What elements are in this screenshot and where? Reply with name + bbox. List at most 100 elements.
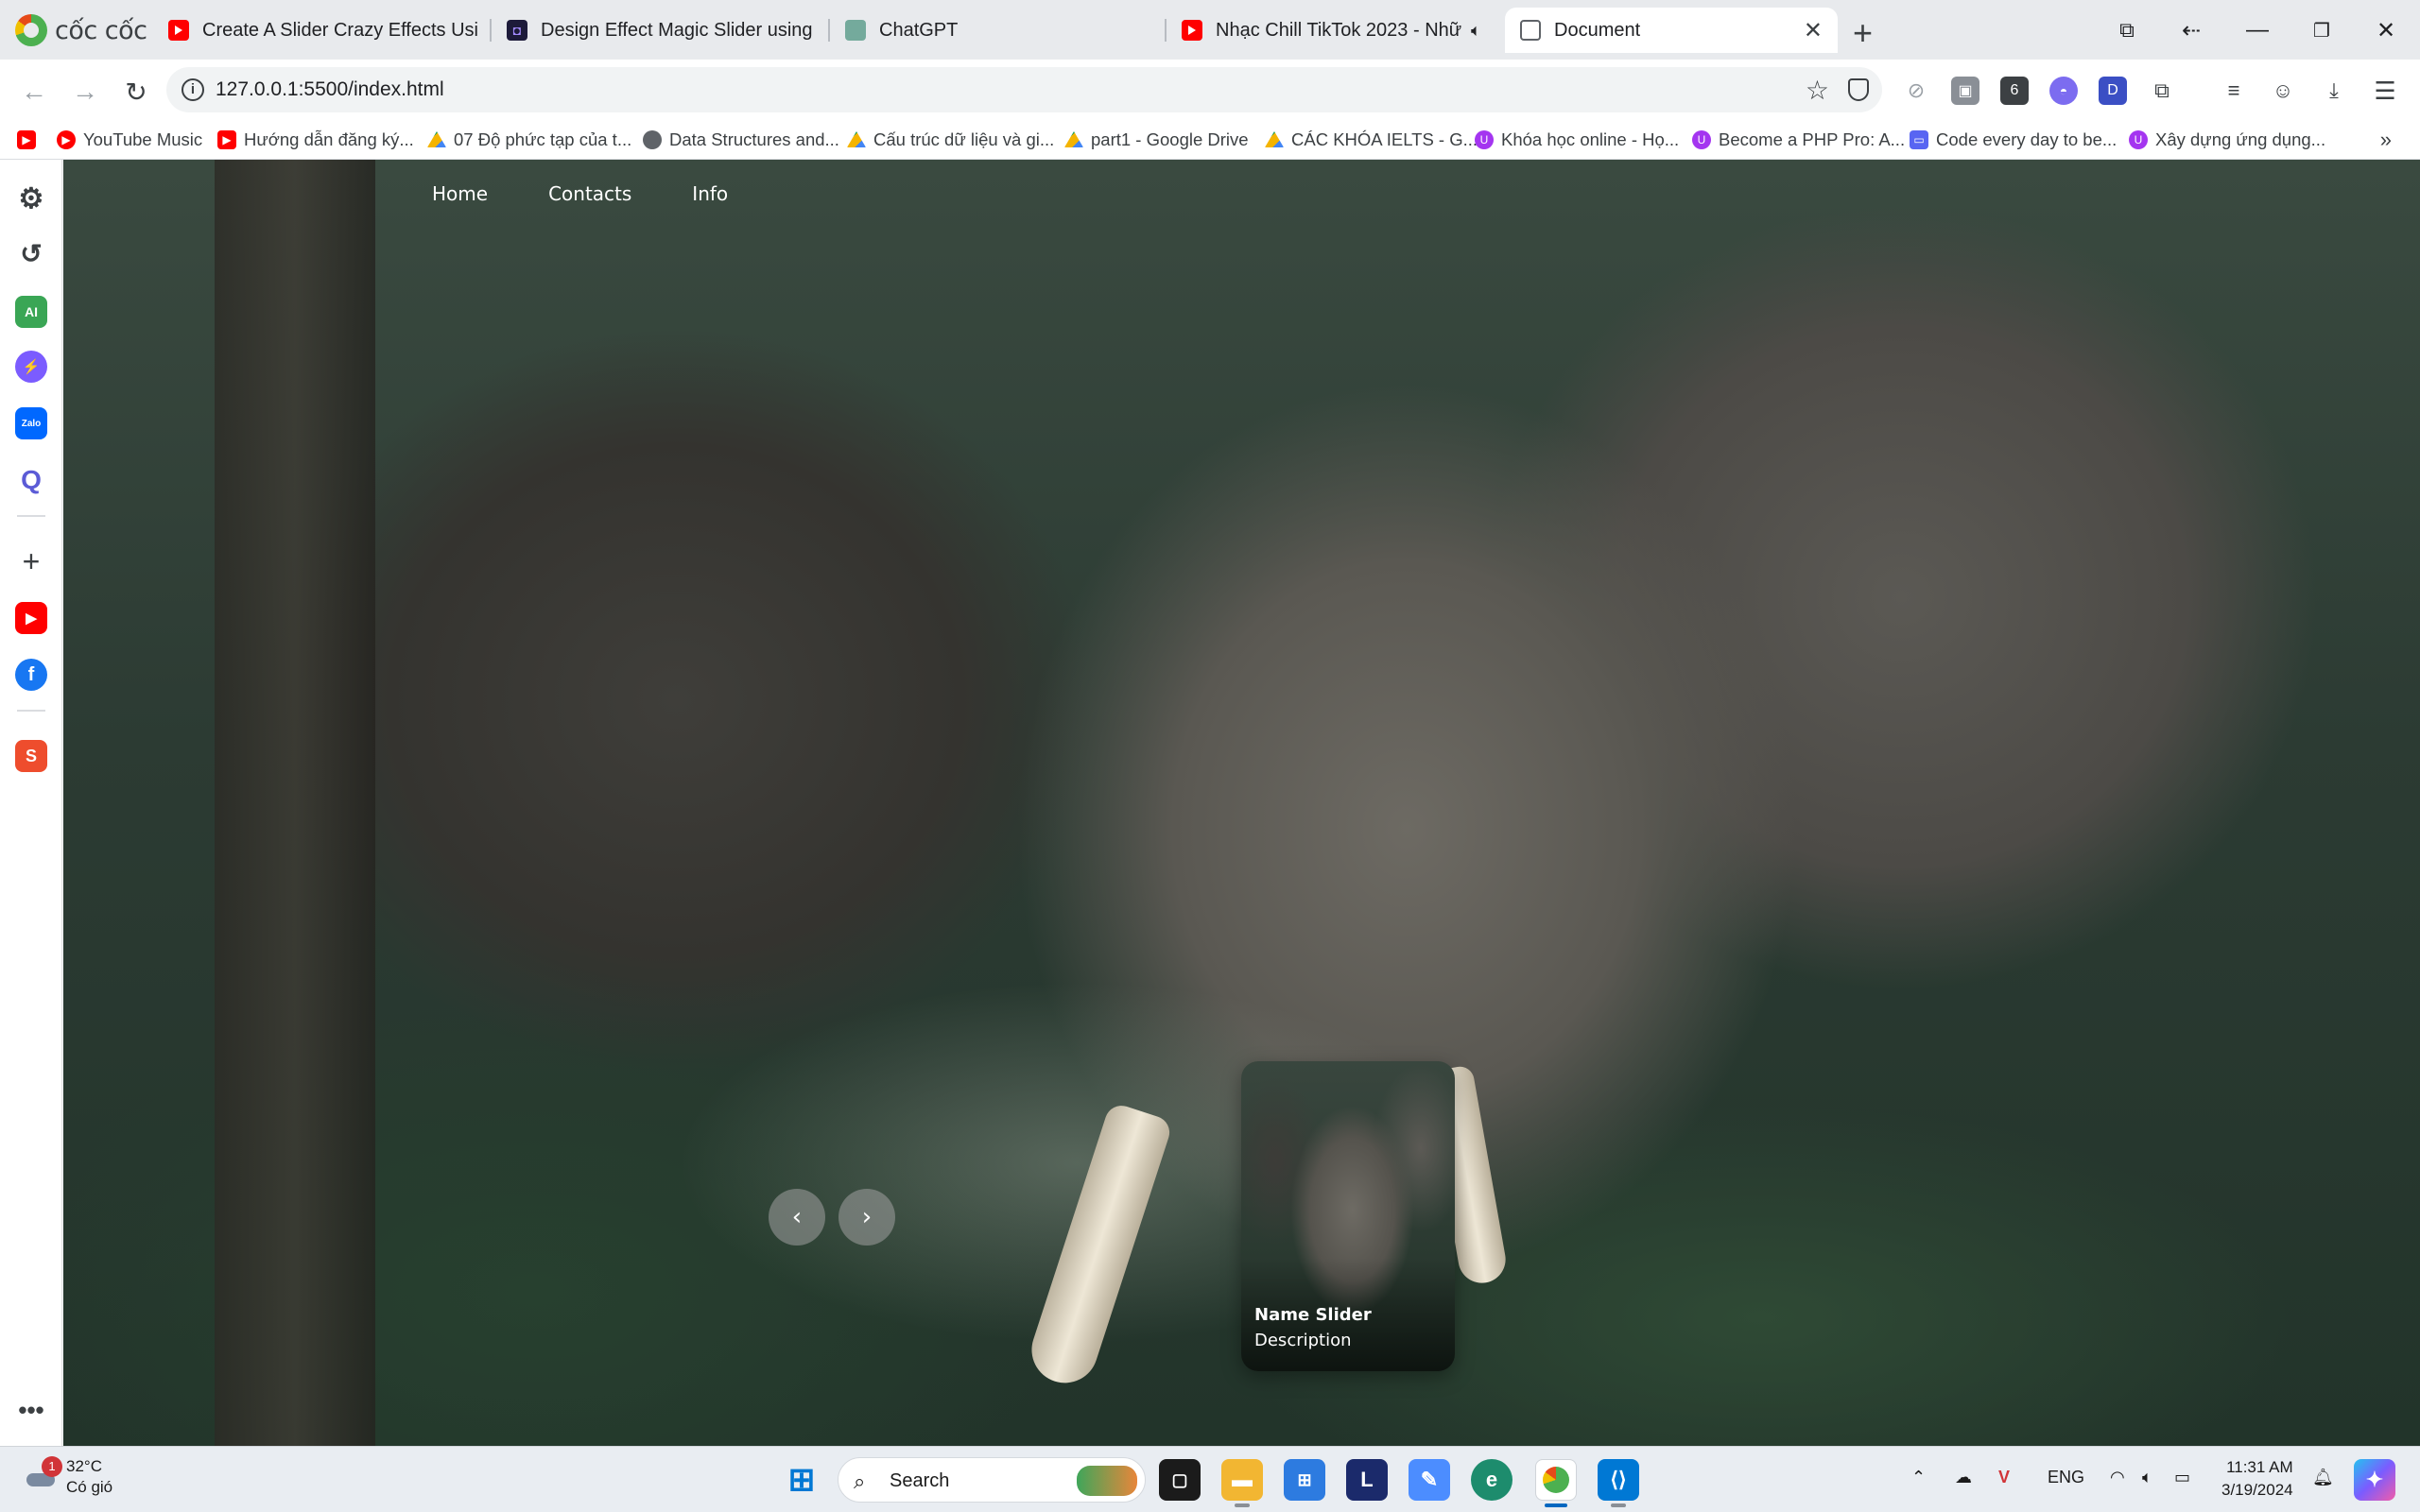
youtube-icon[interactable]: ▶ <box>15 602 47 634</box>
taskbar-search[interactable]: ⌕ Search <box>838 1457 1146 1503</box>
bookmark-do-phuc-tap[interactable]: 07 Độ phức tạp của t... <box>427 128 631 152</box>
thumbnail-description: Description <box>1254 1331 1352 1350</box>
add-icon[interactable]: + <box>15 544 47 578</box>
history-icon[interactable]: ↺ <box>15 237 47 269</box>
bookmark-cau-truc-du-lieu[interactable]: Cấu trúc dữ liệu và gi... <box>847 128 1054 152</box>
bookmark-huong-dan[interactable]: ▶ Hướng dẫn đăng ký... <box>217 128 414 152</box>
notification-badge: 1 <box>42 1456 62 1477</box>
extension-6-icon[interactable]: 6 <box>2000 77 2029 105</box>
bookmark-label: Cấu trúc dữ liệu và gi... <box>873 129 1055 149</box>
search-q-icon[interactable]: Q <box>15 464 47 496</box>
bookmark-khoa-hoc-online[interactable]: U Khóa học online - Họ... <box>1475 128 1679 152</box>
download-icon[interactable]: ⤓ <box>2320 77 2348 105</box>
vscode-icon[interactable]: ⟨⟩ <box>1598 1459 1639 1501</box>
youtube-icon: ▶ <box>217 130 236 149</box>
settings-gear-icon[interactable]: ⚙ <box>15 182 47 215</box>
background-tree <box>215 160 375 1446</box>
audio-playing-icon[interactable]: 🔈︎ <box>1471 21 1481 41</box>
volume-icon[interactable]: 🔈︎ <box>2142 1468 2152 1487</box>
brand-name: cốc cốc <box>55 15 147 45</box>
more-icon[interactable]: ••• <box>15 1394 47 1426</box>
edge-icon[interactable]: e <box>1471 1459 1512 1501</box>
reading-list-icon[interactable]: ≡ <box>2220 77 2248 105</box>
nav-contacts-link[interactable]: Contacts <box>548 182 631 205</box>
bookmark-part1[interactable]: part1 - Google Drive <box>1064 128 1249 152</box>
prev-slide-button[interactable]: ‹ <box>769 1189 825 1246</box>
site-info-icon[interactable]: i <box>182 78 204 101</box>
address-bar[interactable]: i 127.0.0.1:5500/index.html ☆ <box>166 67 1882 112</box>
zalo-icon[interactable]: Zalo <box>15 407 47 439</box>
l-app-icon[interactable]: L <box>1346 1459 1388 1501</box>
messenger-icon[interactable]: ⚡ <box>15 351 47 383</box>
bookmark-code-every-day[interactable]: ▭ Code every day to be... <box>1910 128 2117 152</box>
clock[interactable]: 11:31 AM 3/19/2024 <box>2221 1456 2293 1502</box>
more-bookmarks-icon[interactable]: » <box>2380 128 2392 152</box>
compass-extension-icon[interactable]: ⊘ <box>1902 77 1930 105</box>
minimize-icon[interactable]: — <box>2238 11 2276 49</box>
udemy-icon: U <box>1475 130 1494 149</box>
wifi-icon[interactable]: ◠ <box>2110 1468 2125 1487</box>
windows-start-icon[interactable]: ⊞ <box>781 1459 822 1501</box>
url-text[interactable]: 127.0.0.1:5500/index.html <box>216 78 444 101</box>
ai-assistant-icon[interactable]: AI <box>15 296 47 328</box>
back-button[interactable]: ← <box>15 73 53 111</box>
dictionary-extension-icon[interactable]: D <box>2099 77 2127 105</box>
onedrive-icon[interactable]: ☁ <box>1955 1468 1972 1487</box>
image-extension-icon[interactable]: ▣ <box>1951 77 1979 105</box>
facebook-icon[interactable]: f <box>15 659 47 691</box>
chatgpt-icon <box>845 20 866 41</box>
weather-temperature: 32°C <box>66 1457 102 1475</box>
task-view-icon[interactable]: ▢ <box>1159 1459 1201 1501</box>
udemy-icon: U <box>1692 130 1711 149</box>
close-tab-icon[interactable]: ✕ <box>1804 17 1823 44</box>
globe-icon <box>643 130 662 149</box>
bookmark-star-icon[interactable]: ☆ <box>1806 75 1829 106</box>
close-window-icon[interactable]: ✕ <box>2367 11 2405 49</box>
tab-slider-crazy-effects[interactable]: Create A Slider Crazy Effects Using <box>153 8 493 53</box>
next-slide-button[interactable]: › <box>838 1189 895 1246</box>
google-drive-icon <box>427 131 446 147</box>
forward-button[interactable]: → <box>66 73 104 111</box>
tab-document[interactable]: Document ✕ <box>1505 8 1838 53</box>
weather-condition: Có gió <box>66 1478 113 1496</box>
shopee-icon[interactable]: S <box>15 740 47 772</box>
browser-brand[interactable]: cốc cốc <box>15 13 147 47</box>
active-indicator <box>1545 1503 1567 1507</box>
slider-thumbnail[interactable]: Name Slider Description <box>1241 1061 1455 1371</box>
bookmark-xay-dung-ung-dung[interactable]: U Xây dựng ứng dụng... <box>2129 128 2325 152</box>
tab-chatgpt[interactable]: ChatGPT <box>830 8 1170 53</box>
coccoc-taskbar-icon[interactable] <box>1535 1459 1577 1501</box>
bookmark-youtube[interactable]: ▶ <box>17 128 36 152</box>
battery-icon[interactable]: ▭ <box>2174 1468 2190 1487</box>
restore-icon[interactable]: ❐ <box>2303 11 2341 49</box>
extensions-puzzle-icon[interactable]: ⧉ <box>2148 77 2176 105</box>
bookmark-ielts[interactable]: CÁC KHÓA IELTS - G... <box>1265 128 1478 152</box>
show-hidden-icons[interactable]: ⌃ <box>1911 1468 1926 1487</box>
screenshot-icon[interactable]: ⧉ <box>2108 11 2146 49</box>
tab-nhac-chill[interactable]: Nhạc Chill TikTok 2023 - Những 🔈︎ <box>1167 8 1499 53</box>
nav-home-link[interactable]: Home <box>432 182 488 205</box>
notifications-bell-icon[interactable]: 🔔︎ <box>2312 1468 2334 1487</box>
bookmarks-bar: ▶ ▶ YouTube Music ▶ Hướng dẫn đăng ký...… <box>0 120 2420 160</box>
microsoft-store-icon[interactable]: ⊞ <box>1284 1459 1325 1501</box>
weather-widget[interactable]: 1 32°C Có gió <box>23 1456 112 1498</box>
nav-info-link[interactable]: Info <box>692 182 728 205</box>
reload-button[interactable]: ↻ <box>117 73 155 111</box>
file-explorer-icon[interactable]: ▬ <box>1221 1459 1263 1501</box>
language-indicator[interactable]: ENG <box>2048 1468 2084 1487</box>
drawing-app-icon[interactable]: ✎ <box>1409 1459 1450 1501</box>
tab-title: Document <box>1554 19 1641 41</box>
adblock-shield-icon[interactable] <box>1848 78 1869 101</box>
new-tab-button[interactable]: + <box>1853 13 1873 53</box>
copilot-icon[interactable]: ✦ <box>2354 1459 2395 1501</box>
bookmark-youtube-music[interactable]: ▶ YouTube Music <box>57 128 202 152</box>
tab-magic-slider[interactable]: ◘ Design Effect Magic Slider using H <box>492 8 832 53</box>
bookmark-php-pro[interactable]: U Become a PHP Pro: A... <box>1692 128 1905 152</box>
unikey-icon[interactable]: V <box>1998 1468 2010 1487</box>
menu-icon[interactable]: ☰ <box>2371 77 2399 105</box>
bookmark-label: 07 Độ phức tạp của t... <box>454 129 632 149</box>
vpn-extension-icon[interactable]: ◓ <box>2049 77 2078 105</box>
bookmark-data-structures[interactable]: Data Structures and... <box>643 128 839 152</box>
share-icon[interactable]: ⇠ <box>2172 11 2210 49</box>
profile-icon[interactable]: ☺ <box>2269 77 2297 105</box>
